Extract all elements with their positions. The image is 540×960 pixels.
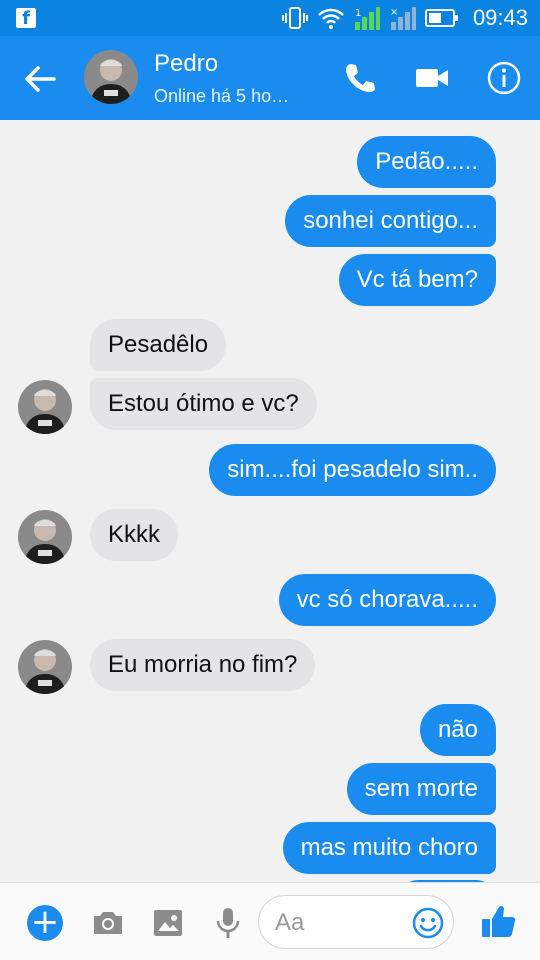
avatar-image (18, 380, 72, 434)
clock-time: 09:43 (472, 5, 528, 30)
microphone-icon[interactable] (210, 905, 246, 941)
status-bar: f 1 × 09:43 (0, 0, 540, 36)
facebook-icon: f (16, 8, 36, 29)
message-thread[interactable]: Pedão..... sonhei contigo... Vc tá bem? … (0, 120, 540, 882)
message-bubble-incoming[interactable]: Kkkk (90, 509, 179, 561)
image-icon[interactable] (150, 905, 186, 941)
emoji-icon[interactable] (411, 906, 445, 940)
avatar[interactable] (18, 380, 72, 434)
message-bubble-outgoing[interactable]: sim....foi pesadelo sim.. (209, 444, 496, 496)
message-input[interactable] (275, 908, 405, 938)
video-camera-icon[interactable] (414, 60, 450, 96)
phone-icon[interactable] (342, 60, 378, 96)
contact-name[interactable]: Pedro (154, 50, 218, 78)
wifi-icon (318, 8, 344, 29)
svg-text:1: 1 (355, 8, 361, 19)
message-bubble-incoming[interactable]: Estou ótimo e vc? (90, 378, 317, 430)
thumbs-up-icon[interactable] (478, 901, 518, 941)
back-arrow-icon[interactable] (22, 62, 58, 96)
avatar-image (18, 510, 72, 564)
message-bubble-incoming[interactable]: Pesadêlo (90, 319, 227, 371)
message-bubble-outgoing[interactable]: Vc tá bem? (338, 254, 496, 306)
message-bubble-outgoing[interactable]: sem morte (346, 763, 496, 815)
composer-bar: + (0, 882, 540, 960)
message-bubble-outgoing[interactable]: mas muito choro (282, 822, 496, 874)
message-bubble-outgoing[interactable]: não (419, 704, 496, 756)
plus-icon[interactable]: + (27, 905, 63, 941)
avatar[interactable] (84, 50, 138, 104)
avatar[interactable] (18, 640, 72, 694)
message-input-container[interactable] (258, 895, 454, 949)
signal-1-icon: 1 (354, 7, 380, 30)
svg-text:×: × (390, 7, 398, 18)
message-bubble-outgoing[interactable]: vc só chorava..... (278, 574, 496, 626)
info-icon[interactable] (486, 60, 522, 96)
vibrate-icon (281, 7, 308, 29)
avatar-image (84, 50, 138, 104)
camera-icon[interactable] (90, 905, 126, 941)
message-bubble-outgoing[interactable]: sonhei contigo... (285, 195, 496, 247)
contact-status: Online há 5 ho… (154, 86, 290, 106)
conversation-header: Pedro Online há 5 ho… (0, 36, 540, 120)
avatar[interactable] (18, 510, 72, 564)
message-bubble-incoming[interactable]: Eu morria no fim? (90, 639, 316, 691)
battery-icon (424, 9, 458, 27)
signal-2-icon: × (390, 7, 416, 30)
message-bubble-outgoing[interactable]: Pedão..... (357, 136, 496, 188)
avatar-image (18, 640, 72, 694)
status-icons: 1 × 09:43 (281, 4, 528, 32)
